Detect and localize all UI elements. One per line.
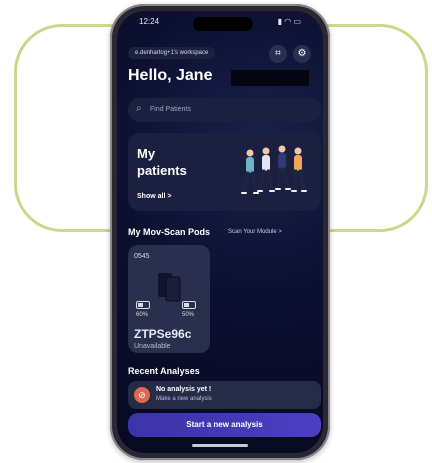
empty-analysis-subtitle: Make a new analysis	[156, 396, 212, 402]
pod-card[interactable]: 0545 60% 50% ZTPSe96c Unavailable	[128, 245, 210, 353]
patients-card-title: My patients	[137, 146, 187, 178]
workspace-selector[interactable]: e.denhartog+1's workspace	[128, 47, 216, 59]
pods-title: My Mov-Scan Pods	[128, 227, 211, 237]
qr-scan-button[interactable]: ⌗	[269, 45, 287, 63]
gear-icon: ⚙	[297, 48, 307, 59]
status-time: 12:24	[139, 17, 160, 26]
home-indicator	[192, 444, 248, 447]
greeting: Hello, Jane	[128, 67, 213, 84]
pod-status: Unavailable	[134, 343, 171, 350]
search-icon: ⌕	[136, 103, 142, 114]
battery-right: 50%	[182, 301, 196, 318]
battery-left: 60%	[136, 301, 150, 318]
pod-id: 0545	[134, 253, 150, 260]
patients-illustration	[241, 145, 307, 194]
battery-icon	[182, 301, 196, 309]
redacted-surname	[231, 70, 309, 86]
scan-module-link[interactable]: Scan Your Module >	[228, 229, 282, 235]
battery-left-value: 60%	[136, 312, 149, 318]
battery-right-value: 50%	[182, 312, 195, 318]
pods-header: My Mov-Scan Pods Scan Your Module >	[128, 227, 321, 241]
phone-frame: 12:24 ▮ ◠ ▭ e.denhartog+1's workspace ⌗ …	[110, 4, 330, 460]
qr-scan-icon: ⌗	[275, 48, 281, 59]
status-icons: ▮ ◠ ▭	[277, 17, 301, 26]
empty-analysis-card[interactable]: ⊘ No analysis yet ! Make a new analysis	[128, 381, 321, 409]
app-screen: 12:24 ▮ ◠ ▭ e.denhartog+1's workspace ⌗ …	[117, 11, 323, 453]
pod-name: ZTPSe96c	[134, 327, 192, 341]
status-bar: 12:24 ▮ ◠ ▭	[139, 17, 301, 29]
warning-icon: ⊘	[134, 387, 150, 403]
recent-analyses-title: Recent Analyses	[128, 366, 200, 376]
search-placeholder: Find Patients	[150, 106, 191, 113]
empty-analysis-title: No analysis yet !	[156, 386, 212, 393]
battery-icon	[136, 301, 150, 309]
start-analysis-button[interactable]: Start a new analysis	[128, 413, 321, 437]
pod-device-icon	[158, 273, 181, 302]
show-all-link[interactable]: Show all >	[137, 193, 171, 200]
settings-button[interactable]: ⚙	[293, 45, 311, 63]
search-input[interactable]: ⌕ Find Patients	[128, 98, 321, 122]
my-patients-card[interactable]: My patients Show all >	[128, 133, 321, 211]
